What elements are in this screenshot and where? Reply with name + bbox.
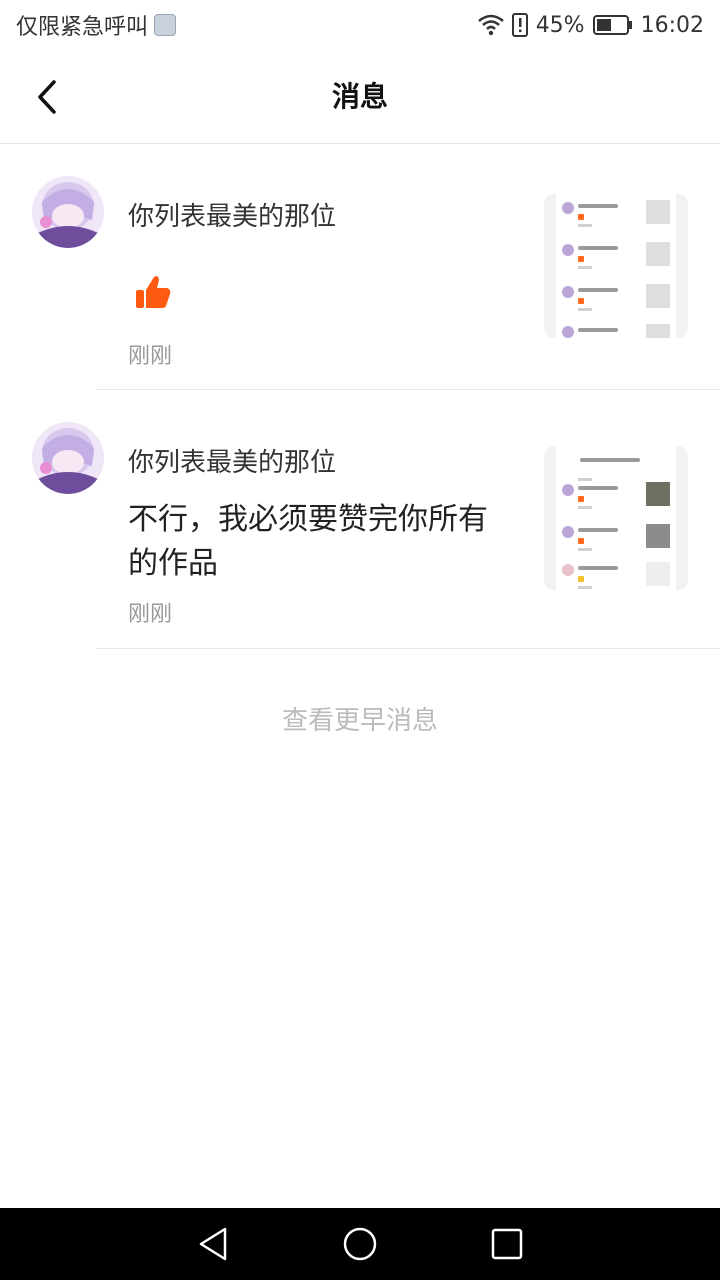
- header: 消息: [0, 50, 720, 144]
- preview-row: [560, 522, 672, 564]
- carrier-text: 仅限紧急呼叫: [16, 15, 149, 40]
- thumbnail-preview: [556, 446, 676, 590]
- preview-row: [560, 282, 672, 324]
- wifi-icon: [477, 14, 504, 36]
- preview-row: [560, 322, 672, 338]
- notification-time: 刚刚: [128, 344, 173, 369]
- divider: [96, 648, 720, 649]
- post-thumbnail[interactable]: [544, 446, 688, 590]
- status-right: 45% 16:02: [477, 12, 704, 38]
- view-earlier-messages-link[interactable]: 查看更早消息: [0, 700, 720, 737]
- notification-username[interactable]: 你列表最美的那位: [128, 442, 336, 479]
- battery-percent: 45%: [535, 12, 585, 38]
- thumbs-up-icon: [134, 274, 174, 314]
- preview-row: [560, 198, 672, 240]
- shield-icon: [154, 14, 177, 36]
- notification-time: 刚刚: [128, 602, 173, 627]
- avatar[interactable]: [32, 176, 104, 248]
- thumbnail-preview: [556, 194, 676, 338]
- nav-back-button[interactable]: [183, 1214, 243, 1274]
- clock: 16:02: [640, 12, 704, 38]
- preview-row: [560, 480, 672, 522]
- home-circle-icon: [342, 1226, 378, 1262]
- preview-row: [560, 240, 672, 282]
- notification-username[interactable]: 你列表最美的那位: [128, 196, 336, 233]
- system-nav-bar: [0, 1208, 720, 1280]
- sim-alert-icon: [511, 13, 528, 37]
- avatar[interactable]: [32, 422, 104, 494]
- status-bar: 仅限紧急呼叫 45% 16:02: [0, 0, 720, 50]
- status-left: 仅限紧急呼叫: [16, 9, 177, 41]
- preview-row: [560, 560, 672, 590]
- notification-item[interactable]: 你列表最美的那位 刚刚: [0, 144, 720, 390]
- post-thumbnail[interactable]: [544, 194, 688, 338]
- notification-message: 不行，我必须要赞完你所有的作品: [128, 502, 488, 581]
- battery-icon: [592, 15, 633, 35]
- nav-recents-button[interactable]: [477, 1214, 537, 1274]
- back-triangle-icon: [198, 1227, 228, 1261]
- notification-item[interactable]: 你列表最美的那位 不行，我必须要赞完你所有的作品 刚刚: [0, 390, 720, 650]
- page-title: 消息: [331, 80, 388, 113]
- recents-square-icon: [491, 1228, 523, 1260]
- nav-home-button[interactable]: [330, 1214, 390, 1274]
